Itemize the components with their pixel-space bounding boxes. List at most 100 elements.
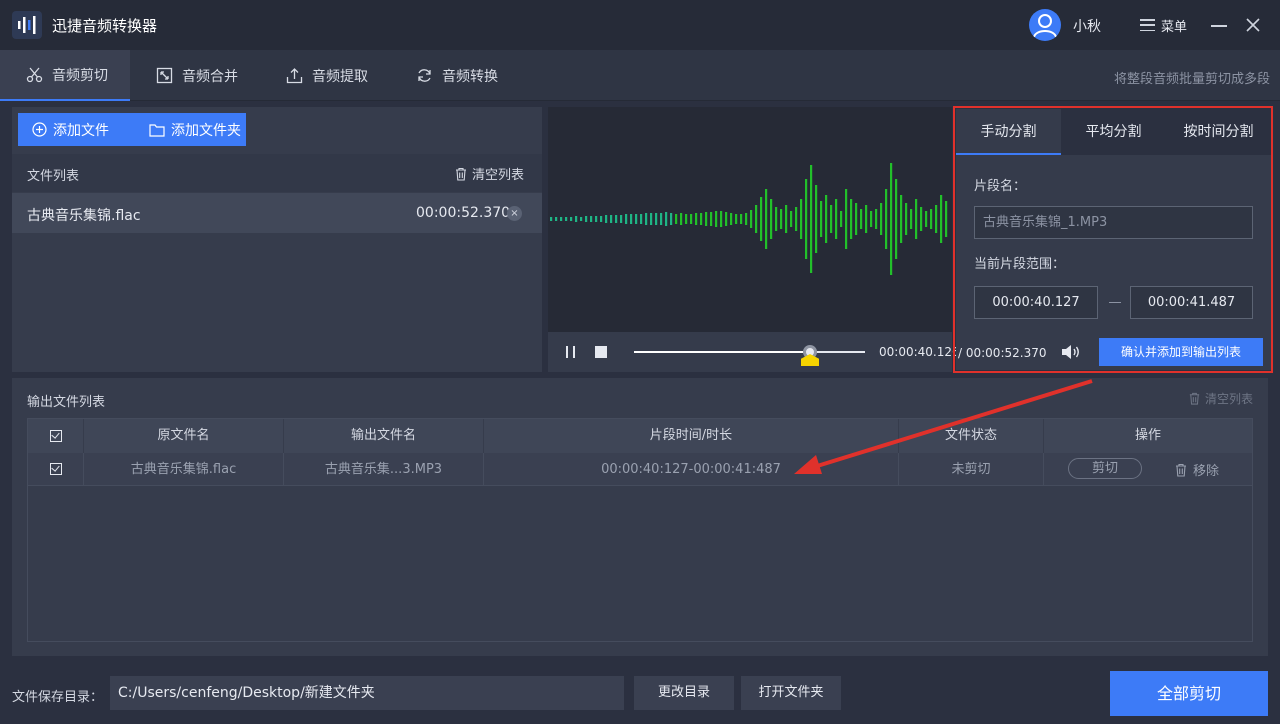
tab-audio-cut[interactable]: 音频剪切 [0,50,130,101]
waveform-bar [585,216,588,222]
waveform-bar [665,212,668,226]
waveform-bar [775,207,778,231]
stop-button[interactable] [595,346,607,358]
waveform-bar [580,217,583,221]
list-item[interactable]: 古典音乐集锦.flac 00:00:52.370 × [12,193,542,233]
tab-manual-split[interactable]: 手动分割 [956,109,1061,155]
waveform-bar [920,207,923,231]
waveform-bar [740,214,743,224]
menu-label: 菜单 [1161,19,1188,35]
waveform-bar [790,211,793,227]
app-title: 迅捷音频转换器 [52,17,158,35]
waveform-bar [575,216,578,222]
pause-button[interactable] [565,346,577,358]
split-panel: 手动分割 平均分割 按时间分割 片段名： 古典音乐集锦_1.MP3 当前片段范围… [956,109,1271,370]
waveform-bar [655,213,658,225]
add-folder-button[interactable]: 添加文件夹 [135,113,246,146]
add-file-label: 添加文件 [53,122,109,139]
waveform-bar [835,199,838,239]
waveform-bar [930,209,933,229]
extract-icon [286,68,303,84]
waveform-bar [670,213,673,225]
tab-label: 音频合并 [182,68,238,85]
volume-icon[interactable] [1060,343,1082,361]
file-name: 古典音乐集锦.flac [27,208,141,224]
tab-label: 音频转换 [442,68,498,85]
current-time: 00:00:40.126 [879,345,960,359]
waveform-bar [895,179,898,259]
clear-list-button[interactable]: 清空列表 [454,164,524,183]
waveform-bar [560,217,563,221]
segment-name-input[interactable]: 古典音乐集锦_1.MP3 [974,206,1253,239]
remove-button[interactable]: 移除 [1174,460,1219,479]
tab-average-split[interactable]: 平均分割 [1061,109,1166,155]
waveform-bar [660,213,663,225]
username[interactable]: 小秋 [1073,16,1101,36]
cut-all-button[interactable]: 全部剪切 [1110,671,1268,716]
tab-audio-merge[interactable]: 音频合并 [130,50,260,101]
row-checkbox[interactable] [50,463,62,475]
waveform-bar [840,211,843,227]
waveform-bar [770,199,773,239]
app-logo-icon [12,11,42,39]
minimize-button[interactable] [1208,14,1230,36]
waveform-bar [905,203,908,235]
waveform-bar [765,189,768,249]
waveform-bar [880,203,883,235]
waveform [550,163,948,275]
waveform-bar [820,201,823,237]
save-dir-label: 文件保存目录： [12,690,104,705]
waveform-bar [825,195,828,243]
avatar[interactable] [1029,9,1061,41]
tab-audio-extract[interactable]: 音频提取 [260,50,390,101]
column-header: 操作 [1134,428,1161,443]
waveform-bar [730,213,733,225]
cut-button[interactable]: 剪切 [1068,458,1142,479]
waveform-bar [735,214,738,224]
add-file-button[interactable]: 添加文件 [18,113,135,146]
waveform-bar [860,209,863,229]
waveform-bar [795,207,798,231]
waveform-bar [910,209,913,229]
select-all-checkbox[interactable] [50,430,62,442]
select-all-cell [28,419,84,453]
output-file-cell: 古典音乐集...3.MP3 [284,453,484,486]
tab-label: 音频提取 [312,68,368,85]
tab-audio-convert[interactable]: 音频转换 [390,50,520,101]
range-start-input[interactable]: 00:00:40.127 [974,286,1098,319]
waveform-bar [875,209,878,229]
waveform-bar [695,213,698,225]
open-folder-button[interactable]: 打开文件夹 [741,676,841,710]
bottom-bar: 文件保存目录： C:/Users/cenfeng/Desktop/新建文件夹 更… [0,662,1280,724]
waveform-bar [925,211,928,227]
waveform-bar [590,216,593,222]
file-duration: 00:00:52.370 [416,205,511,221]
tab-time-split[interactable]: 按时间分割 [1166,109,1271,155]
waveform-bar [705,212,708,226]
tab-hint: 将整段音频批量剪切成多段 [1113,72,1270,87]
seek-bar[interactable] [634,351,865,353]
remove-label: 移除 [1193,464,1220,479]
waveform-bar [685,214,688,224]
segment-time-cell: 00:00:40:127-00:00:41:487 [484,453,899,486]
plus-circle-icon [32,122,47,137]
save-dir-input[interactable]: C:/Users/cenfeng/Desktop/新建文件夹 [110,676,624,710]
waveform-view[interactable] [548,107,952,332]
table-row[interactable]: 古典音乐集锦.flac 古典音乐集...3.MP3 00:00:40:127-0… [28,453,1252,486]
confirm-add-button[interactable]: 确认并添加到输出列表 [1099,338,1263,366]
folder-icon [149,123,165,137]
player-bar: 00:00:40.126 [548,332,960,372]
waveform-bar [780,209,783,229]
output-table: 原文件名 输出文件名 片段时间/时长 文件状态 操作 古典音乐集锦.flac 古… [27,418,1253,642]
tab-bar: 音频剪切 音频合并 音频提取 音频转换 将整段音频批量剪切成多段 [0,50,1280,101]
output-clear-button[interactable]: 清空列表 [1188,390,1253,407]
remove-file-button[interactable]: × [507,206,522,221]
waveform-bar [650,213,653,225]
change-dir-button[interactable]: 更改目录 [634,676,734,710]
menu-button[interactable]: 菜单 [1140,14,1187,36]
waveform-bar [565,217,568,221]
close-button[interactable] [1242,14,1264,36]
range-end-input[interactable]: 00:00:41.487 [1130,286,1253,319]
range-separator [1109,302,1121,303]
waveform-bar [755,205,758,233]
